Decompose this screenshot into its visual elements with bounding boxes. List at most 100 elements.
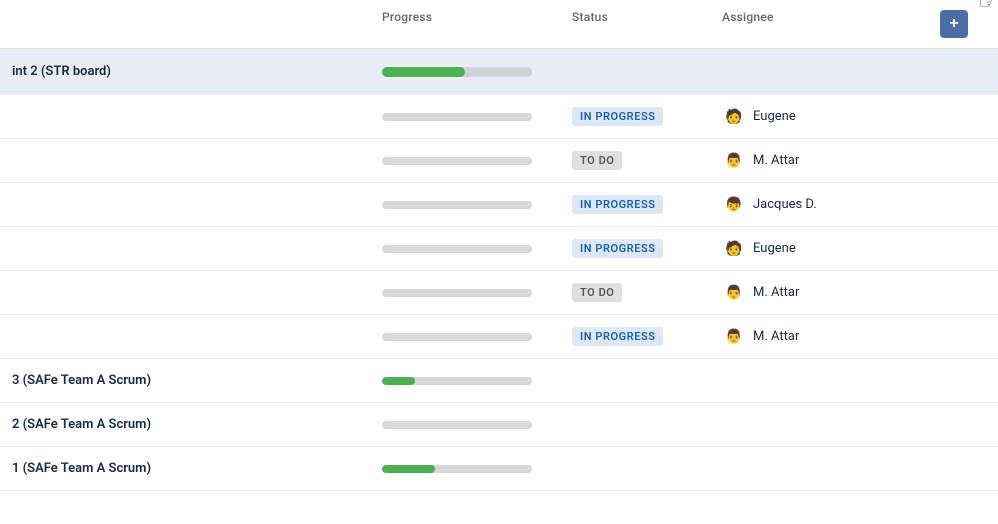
- task-action-5: [910, 285, 998, 301]
- sprint-progress-cell: [370, 59, 560, 85]
- progress-bar-small-6: [382, 333, 532, 341]
- col-status: Status: [560, 0, 710, 48]
- assignee-name-2: M. Attar: [753, 153, 799, 168]
- add-column-button[interactable]: +: [940, 10, 968, 38]
- sprint-action-cell-2: [910, 373, 998, 389]
- sprint-name-cell-4: 1 (SAFe Team A Scrum): [0, 453, 370, 484]
- col-action: + ☞: [910, 0, 998, 48]
- task-name-2: [0, 153, 370, 169]
- sprint-progress-cell-2: [370, 369, 560, 393]
- task-row-6: IN PROGRESS 👨 M. Attar: [0, 315, 998, 359]
- avatar-5: 👨: [722, 281, 746, 305]
- sprint-progress-bar-4: [382, 465, 532, 473]
- assignee-name-1: Eugene: [753, 109, 796, 124]
- status-badge-in-progress-3: IN PROGRESS: [572, 239, 663, 258]
- task-name-4: [0, 241, 370, 257]
- sprint-name-cell-3: 2 (SAFe Team A Scrum): [0, 409, 370, 440]
- task-action-2: [910, 153, 998, 169]
- task-progress-4: [370, 237, 560, 261]
- task-assignee-2: 👨 M. Attar: [710, 141, 910, 181]
- sprint-progress-cell-4: [370, 457, 560, 481]
- status-badge-in-progress: IN PROGRESS: [572, 107, 663, 126]
- avatar-6: 👨: [722, 325, 746, 349]
- task-row-1: IN PROGRESS 🧑 Eugene: [0, 95, 998, 139]
- sprint-name-cell: int 2 (STR board): [0, 56, 370, 87]
- avatar-1: 🧑: [722, 105, 746, 129]
- main-table: Progress Status Assignee + ☞ int 2 (STR …: [0, 0, 998, 491]
- task-name-5: [0, 285, 370, 301]
- task-action-3: [910, 197, 998, 213]
- sprint-row-2: 3 (SAFe Team A Scrum): [0, 359, 998, 403]
- sprint-progress-cell-3: [370, 413, 560, 437]
- progress-bar-small-3: [382, 201, 532, 209]
- assignee-name-6: M. Attar: [753, 329, 799, 344]
- sprint-row-4: 1 (SAFe Team A Scrum): [0, 447, 998, 491]
- col-name: [0, 0, 370, 48]
- sprint-assignee-cell-4: [710, 461, 910, 477]
- sprint-row-3: 2 (SAFe Team A Scrum): [0, 403, 998, 447]
- task-status-2: TO DO: [560, 143, 710, 178]
- task-action-1: [910, 109, 998, 125]
- task-row-4: IN PROGRESS 🧑 Eugene: [0, 227, 998, 271]
- task-assignee-6: 👨 M. Attar: [710, 317, 910, 357]
- sprint-progress-fill-2: [382, 377, 415, 385]
- progress-bar-small-2: [382, 157, 532, 165]
- avatar-4: 🧑: [722, 237, 746, 261]
- task-progress-6: [370, 325, 560, 349]
- task-status-1: IN PROGRESS: [560, 99, 710, 134]
- sprint-action-cell-4: [910, 461, 998, 477]
- sprint-progress-bar-3: [382, 421, 532, 429]
- sprint-status-cell-3: [560, 417, 710, 433]
- sprint-assignee-cell-3: [710, 417, 910, 433]
- task-status-3: IN PROGRESS: [560, 187, 710, 222]
- task-assignee-1: 🧑 Eugene: [710, 97, 910, 137]
- status-badge-in-progress-2: IN PROGRESS: [572, 195, 663, 214]
- sprint-assignee-cell: [710, 64, 910, 80]
- task-name-3: [0, 197, 370, 213]
- task-assignee-3: 👦 Jacques D.: [710, 185, 910, 225]
- task-action-4: [910, 241, 998, 257]
- sprint-action-cell: [910, 64, 998, 80]
- assignee-name-3: Jacques D.: [753, 197, 817, 212]
- task-name-6: [0, 329, 370, 345]
- task-status-4: IN PROGRESS: [560, 231, 710, 266]
- sprint-name-2: 3 (SAFe Team A Scrum): [12, 373, 151, 388]
- task-progress-2: [370, 149, 560, 173]
- sprint-name-4: 1 (SAFe Team A Scrum): [12, 461, 151, 476]
- col-assignee: Assignee: [710, 0, 910, 48]
- task-row-5: TO DO 👨 M. Attar: [0, 271, 998, 315]
- table-header: Progress Status Assignee + ☞: [0, 0, 998, 49]
- task-row-2: TO DO 👨 M. Attar: [0, 139, 998, 183]
- sprint-action-cell-3: [910, 417, 998, 433]
- status-badge-todo-2: TO DO: [572, 283, 622, 302]
- status-badge-todo-1: TO DO: [572, 151, 622, 170]
- col-progress: Progress: [370, 0, 560, 48]
- sprint-status-cell: [560, 64, 710, 80]
- task-progress-3: [370, 193, 560, 217]
- task-assignee-4: 🧑 Eugene: [710, 229, 910, 269]
- sprint-status-cell-4: [560, 461, 710, 477]
- sprint-name-cell-2: 3 (SAFe Team A Scrum): [0, 365, 370, 396]
- sprint-progress-bar-2: [382, 377, 532, 385]
- sprint-name: int 2 (STR board): [12, 64, 111, 79]
- sprint-progress-bar: [382, 67, 532, 77]
- progress-bar-small: [382, 113, 532, 121]
- sprint-assignee-cell-2: [710, 373, 910, 389]
- sprint-progress-fill: [382, 67, 465, 77]
- sprint-status-cell-2: [560, 373, 710, 389]
- task-assignee-5: 👨 M. Attar: [710, 273, 910, 313]
- sprint-name-3: 2 (SAFe Team A Scrum): [12, 417, 151, 432]
- assignee-name-5: M. Attar: [753, 285, 799, 300]
- avatar-2: 👨: [722, 149, 746, 173]
- sprint-row-1: int 2 (STR board): [0, 49, 998, 95]
- cursor-icon: ☞: [978, 0, 998, 15]
- progress-bar-small-5: [382, 289, 532, 297]
- status-badge-in-progress-4: IN PROGRESS: [572, 327, 663, 346]
- task-progress-5: [370, 281, 560, 305]
- task-status-6: IN PROGRESS: [560, 319, 710, 354]
- avatar-3: 👦: [722, 193, 746, 217]
- progress-bar-small-4: [382, 245, 532, 253]
- task-progress-1: [370, 105, 560, 129]
- task-status-5: TO DO: [560, 275, 710, 310]
- task-action-6: [910, 329, 998, 345]
